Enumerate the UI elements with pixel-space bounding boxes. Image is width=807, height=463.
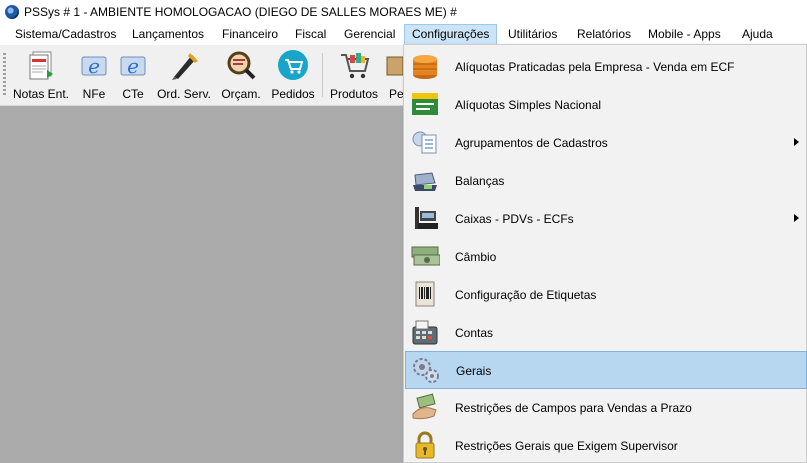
menu-mobile-apps[interactable]: Mobile - Apps (641, 24, 728, 45)
menu-relatorios[interactable]: Relatórios (570, 24, 638, 45)
produtos-button[interactable]: Produtos (328, 49, 380, 103)
calculator-icon (410, 317, 440, 347)
cte-label: CTe (122, 87, 144, 101)
menu-item-restricoes-prazo[interactable]: Restrições de Campos para Vendas a Prazo (405, 389, 807, 427)
gears-icon (411, 355, 441, 385)
menu-item-caixas-pdvs[interactable]: Caixas - PDVs - ECFs (405, 200, 807, 238)
toolbar-separator (322, 53, 323, 97)
produtos-label: Produtos (329, 87, 379, 101)
menu-lancamentos[interactable]: Lançamentos (125, 24, 211, 45)
hand-money-icon (410, 392, 440, 422)
title-bar: PSSys # 1 - AMBIENTE HOMOLOGACAO (DIEGO … (0, 0, 807, 23)
currency-exchange-icon (410, 241, 441, 271)
menu-item-label: Gerais (456, 364, 492, 378)
nfe-button[interactable]: e NFe (77, 49, 111, 103)
menu-item-agrupamentos[interactable]: Agrupamentos de Cadastros (405, 124, 807, 162)
orders-icon (277, 49, 309, 81)
cte-icon: e (117, 49, 149, 81)
barcode-label-icon (410, 279, 440, 309)
menu-item-label: Alíquotas Simples Nacional (455, 98, 602, 112)
grouping-icon (410, 127, 440, 157)
orcam-button[interactable]: Orçam. (218, 49, 264, 103)
service-order-icon (168, 49, 200, 81)
menu-item-etiquetas[interactable]: Configuração de Etiquetas (405, 276, 807, 314)
submenu-arrow-icon (794, 214, 799, 222)
budget-icon (225, 49, 257, 81)
menu-bar: Sistema/Cadastros Lançamentos Financeiro… (0, 23, 807, 45)
menu-item-label: Restrições Gerais que Exigem Supervisor (455, 439, 678, 453)
menu-ajuda[interactable]: Ajuda (735, 24, 780, 45)
menu-gerencial[interactable]: Gerencial (337, 24, 402, 45)
notas-ent-label: Notas Ent. (12, 87, 70, 101)
submenu-arrow-icon (794, 138, 799, 146)
pssys-logo-icon (5, 4, 19, 19)
menu-item-label: Restrições de Campos para Vendas a Prazo (455, 401, 692, 415)
pe-label: Pe (389, 87, 403, 101)
invoice-entry-icon (25, 49, 57, 81)
ord-serv-label: Ord. Serv. (157, 87, 211, 101)
menu-item-label: Contas (455, 326, 494, 340)
menu-item-aliquotas-simples[interactable]: Alíquotas Simples Nacional (405, 86, 807, 124)
nfe-icon: e (78, 49, 110, 81)
toolbar-grip[interactable] (3, 53, 6, 97)
menu-item-aliquotas-ecf[interactable]: Alíquotas Praticadas pela Empresa - Vend… (405, 48, 807, 86)
coins-icon (410, 51, 440, 81)
menu-fiscal[interactable]: Fiscal (288, 24, 333, 45)
menu-item-label: Caixas - PDVs - ECFs (455, 212, 574, 226)
menu-item-label: Agrupamentos de Cadastros (455, 136, 608, 150)
pedidos-label: Pedidos (271, 87, 315, 101)
menu-item-label: Alíquotas Praticadas pela Empresa - Vend… (455, 60, 735, 74)
menu-financeiro[interactable]: Financeiro (215, 24, 285, 45)
svg-text:e: e (127, 54, 139, 78)
pedidos-button[interactable]: Pedidos (269, 49, 317, 103)
menu-item-cambio[interactable]: Câmbio (405, 238, 807, 276)
menu-item-label: Balanças (455, 174, 505, 188)
scale-icon (410, 165, 440, 195)
menu-sistema-cadastros[interactable]: Sistema/Cadastros (8, 24, 123, 45)
menu-item-balancas[interactable]: Balanças (405, 162, 807, 200)
nfe-label: NFe (82, 87, 106, 101)
svg-text:e: e (88, 54, 100, 78)
menu-utilitarios[interactable]: Utilitários (501, 24, 564, 45)
partial-icon (385, 49, 403, 81)
menu-configuracoes[interactable]: Configurações (404, 24, 498, 45)
menu-item-restricoes-supervisor[interactable]: Restrições Gerais que Exigem Supervisor (405, 427, 807, 463)
window-title: PSSys # 1 - AMBIENTE HOMOLOGACAO (DIEGO … (24, 4, 457, 19)
ord-serv-button[interactable]: Ord. Serv. (155, 49, 213, 103)
notas-ent-button[interactable]: Notas Ent. (11, 49, 71, 103)
simples-nacional-icon (410, 89, 440, 119)
configuracoes-dropdown: Alíquotas Praticadas pela Empresa - Vend… (403, 44, 807, 463)
products-icon (338, 49, 370, 81)
cte-button[interactable]: e CTe (116, 49, 150, 103)
menu-item-label: Câmbio (455, 250, 497, 264)
menu-item-contas[interactable]: Contas (405, 314, 807, 352)
orcam-label: Orçam. (221, 87, 261, 101)
pe-button[interactable]: Pe (385, 49, 403, 103)
menu-item-gerais[interactable]: Gerais (405, 351, 807, 389)
menu-item-label: Configuração de Etiquetas (455, 288, 597, 302)
padlock-icon (410, 430, 440, 460)
cash-register-icon (410, 203, 440, 233)
